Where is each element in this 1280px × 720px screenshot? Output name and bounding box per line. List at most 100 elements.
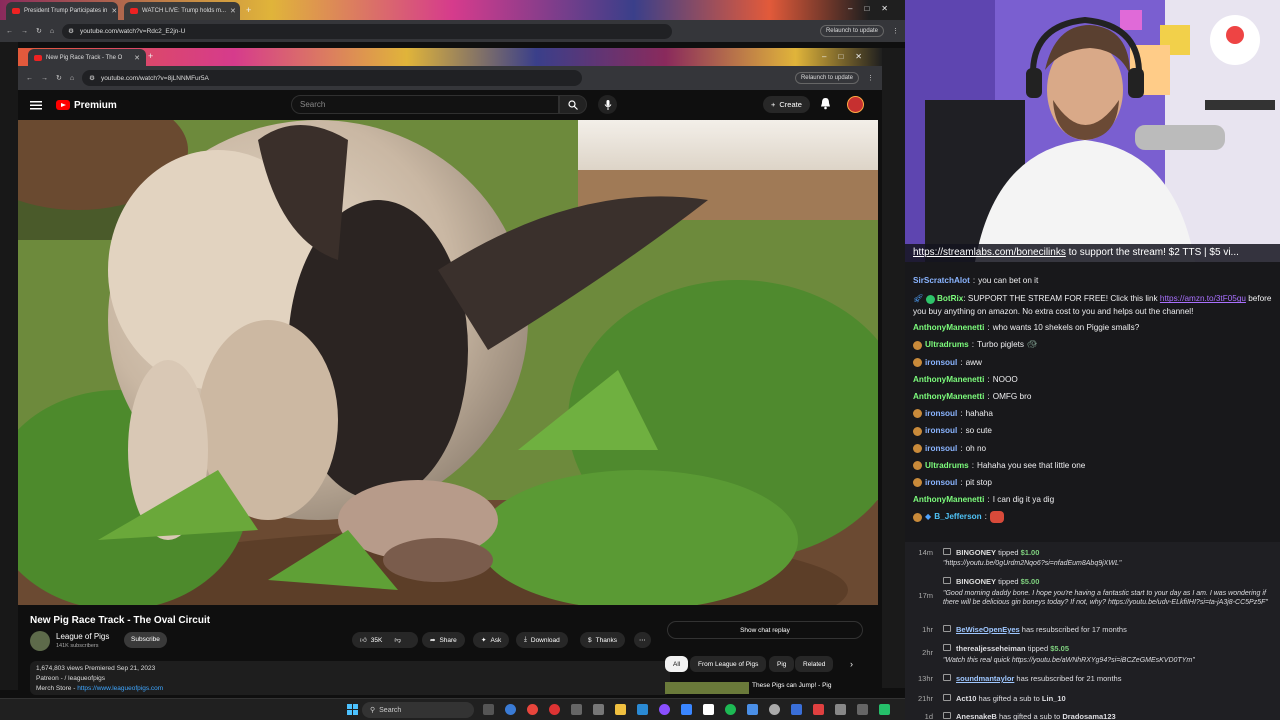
chat-username[interactable]: BotRix xyxy=(937,294,963,303)
chip-pig[interactable]: Pig xyxy=(769,656,795,672)
app-icon[interactable] xyxy=(835,704,846,715)
event-user[interactable]: BINGONEY xyxy=(956,577,996,586)
edge-icon[interactable] xyxy=(505,704,516,715)
new-tab-icon[interactable]: + xyxy=(148,51,153,61)
ticker-link[interactable]: https://streamlabs.com/bonecilinks xyxy=(913,247,1066,258)
recommended-title[interactable]: These Pigs can Jump! - Pig xyxy=(752,682,831,689)
chat-username[interactable]: Ultradrums xyxy=(925,457,969,474)
create-button[interactable]: + Create xyxy=(763,96,810,113)
chat-username[interactable]: AnthonyManenetti xyxy=(913,388,984,405)
app-icon[interactable] xyxy=(879,704,890,715)
windows-start-icon[interactable] xyxy=(347,704,358,715)
channel-name[interactable]: League of Pigs xyxy=(56,632,109,641)
chip-related[interactable]: Related xyxy=(795,656,834,672)
like-icon[interactable]: 👍︎ xyxy=(360,636,367,644)
window-controls[interactable]: –□✕ xyxy=(848,4,900,13)
chrome-alt-icon[interactable] xyxy=(549,704,560,715)
outer-url-field[interactable]: ⚙ youtube.com/watch?v=Rdc2_E2jn-U xyxy=(62,23,673,39)
app-icon[interactable] xyxy=(571,704,582,715)
chrome-icon[interactable] xyxy=(527,704,538,715)
file-explorer-icon[interactable] xyxy=(615,704,626,715)
outer-tab-2[interactable]: WATCH LIVE: Trump holds m... ✕ xyxy=(124,2,240,20)
chat-username[interactable]: AnthonyManenetti xyxy=(913,371,984,388)
window-controls[interactable]: –□✕ xyxy=(822,52,874,61)
app-icon[interactable] xyxy=(813,704,824,715)
inner-tab[interactable]: New Pig Race Track - The O ✕ xyxy=(28,49,146,66)
chat-username[interactable]: ironsoul xyxy=(925,422,957,439)
ask-button[interactable]: ✦ Ask xyxy=(473,632,510,648)
subscribe-button[interactable]: Subscribe xyxy=(124,632,167,648)
app-icon[interactable] xyxy=(747,704,758,715)
more-actions-button[interactable]: ⋯ xyxy=(634,632,651,648)
channel-avatar[interactable] xyxy=(30,631,50,651)
description-box[interactable]: 1,674,803 views Premiered Sep 21, 2023 P… xyxy=(30,661,670,695)
outer-tab-1[interactable]: President Trump Participates in ✕ xyxy=(6,2,118,20)
chat-username[interactable]: SirScratchAlot xyxy=(913,272,970,289)
chat-username[interactable]: Ultradrums xyxy=(925,336,969,353)
close-icon[interactable]: ✕ xyxy=(111,7,117,15)
chip-from-channel[interactable]: From League of Pigs xyxy=(690,656,767,672)
app-icon[interactable] xyxy=(593,704,604,715)
event-user[interactable]: AnesnakeB xyxy=(956,712,997,720)
dislike-icon[interactable]: 👎︎ xyxy=(394,636,401,644)
video-player[interactable] xyxy=(18,120,878,605)
event-gift-recipient[interactable]: Dradosama123 xyxy=(1062,712,1115,720)
app-icon[interactable] xyxy=(703,704,714,715)
event-user[interactable]: BINGONEY xyxy=(956,548,996,557)
event-gift-recipient[interactable]: Lin_10 xyxy=(1042,694,1066,703)
outer-scrollbar[interactable] xyxy=(882,48,905,688)
thanks-button[interactable]: $ Thanks xyxy=(580,632,625,648)
home-icon[interactable]: ⌂ xyxy=(50,28,54,35)
voice-search-button[interactable] xyxy=(598,95,617,114)
close-icon[interactable]: ✕ xyxy=(230,7,236,15)
forward-icon[interactable]: → xyxy=(21,28,28,35)
chat-username[interactable]: AnthonyManenetti xyxy=(913,319,984,336)
reload-icon[interactable]: ↻ xyxy=(56,74,62,82)
chat-username[interactable]: AnthonyManenetti xyxy=(913,491,984,508)
app-icon[interactable] xyxy=(659,704,670,715)
back-icon[interactable]: ← xyxy=(6,28,13,35)
app-icon[interactable] xyxy=(769,704,780,715)
app-icon[interactable] xyxy=(857,704,868,715)
search-button[interactable] xyxy=(559,95,587,114)
event-user[interactable]: therealjesseheiman xyxy=(956,644,1026,653)
account-avatar[interactable] xyxy=(847,96,864,113)
taskbar-search[interactable]: ⚲ Search xyxy=(362,702,474,718)
back-icon[interactable]: ← xyxy=(26,75,33,82)
event-user[interactable]: soundmantaylor xyxy=(956,674,1014,683)
outer-relaunch-button[interactable]: Relaunch to update xyxy=(819,25,884,37)
youtube-logo[interactable]: Premium xyxy=(56,100,117,111)
app-icon[interactable] xyxy=(791,704,802,715)
chat-username[interactable]: ironsoul xyxy=(925,405,957,422)
event-user[interactable]: BeWiseOpenEyes xyxy=(956,625,1020,634)
chat-username[interactable]: ironsoul xyxy=(925,354,957,371)
inner-relaunch-button[interactable]: Relaunch to update xyxy=(794,72,859,84)
download-button[interactable]: ⤓ Download xyxy=(516,632,568,648)
task-view-icon[interactable] xyxy=(483,704,494,715)
inner-url-field[interactable]: ⚙ youtube.com/watch?v=8jLNNMFur5A xyxy=(82,70,583,86)
recommended-thumbnail[interactable] xyxy=(665,682,749,694)
show-chat-replay-button[interactable]: Show chat replay xyxy=(667,621,863,639)
close-icon[interactable]: ✕ xyxy=(134,54,140,62)
forward-icon[interactable]: → xyxy=(41,75,48,82)
chat-username[interactable]: ironsoul xyxy=(925,474,957,491)
new-tab-icon[interactable]: + xyxy=(246,5,251,15)
chat-username[interactable]: B_Jefferson xyxy=(934,508,981,525)
hamburger-menu-icon[interactable] xyxy=(30,100,42,110)
share-button[interactable]: ➦ Share xyxy=(422,632,465,648)
menu-icon[interactable]: ⋮ xyxy=(892,27,899,35)
app-icon[interactable] xyxy=(681,704,692,715)
like-dislike-button[interactable]: 👍︎ 35K 👎︎ xyxy=(352,632,418,648)
chat-username[interactable]: ironsoul xyxy=(925,440,957,457)
event-user[interactable]: Act10 xyxy=(956,694,976,703)
chevron-right-icon[interactable]: › xyxy=(850,659,853,669)
chat-link[interactable]: https://amzn.to/3tF05gu xyxy=(1160,294,1246,303)
merch-link[interactable]: https://www.leagueofpigs.com xyxy=(77,685,163,692)
search-input[interactable]: Search xyxy=(291,95,559,114)
notifications-bell-icon[interactable] xyxy=(820,97,831,110)
reload-icon[interactable]: ↻ xyxy=(36,27,42,35)
chip-all[interactable]: All xyxy=(665,656,689,672)
spotify-icon[interactable] xyxy=(725,704,736,715)
menu-icon[interactable]: ⋮ xyxy=(867,74,874,82)
home-icon[interactable]: ⌂ xyxy=(70,75,74,82)
